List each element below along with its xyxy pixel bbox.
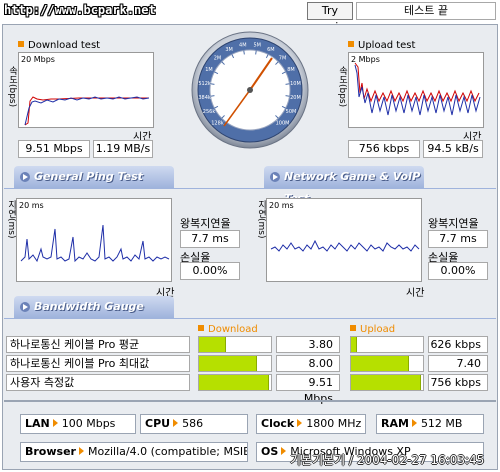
ping-loss-value: 0.00% [180, 262, 240, 280]
bullet-icon [18, 41, 24, 47]
download-bar-fill [199, 356, 257, 371]
lan-info: LAN 100 Mbps [20, 414, 136, 434]
divider [4, 318, 496, 319]
gauge-tick-label: 384k [198, 95, 211, 101]
gauge-tick-label: 7M [279, 55, 287, 61]
ping-rtt-label: 왕복지연율 [180, 217, 231, 230]
clock-info: Clock 1800 MHz [256, 414, 366, 434]
bullet-icon [350, 325, 356, 331]
game-rtt-value: 7.7 ms [428, 230, 488, 248]
gauge-tick-label: 4M [239, 43, 247, 49]
game-line [270, 239, 420, 252]
gauge-tick [285, 83, 290, 85]
bullet-icon [198, 325, 204, 331]
download-bar-fill [199, 337, 227, 352]
arrow-icon [297, 419, 303, 427]
download-bar [198, 336, 272, 353]
download-mbps-value: 9.51 Mbps [18, 140, 90, 158]
download-mbs-value: 1.19 MB/s [93, 140, 153, 158]
arrow-icon [173, 419, 179, 427]
divider [4, 188, 496, 189]
tab-general-ping-test[interactable]: General Ping Test [14, 166, 174, 188]
gauge-tick-label: 50M [286, 109, 297, 115]
gauge-tick-label: 6M [267, 47, 275, 53]
upload-title: Upload test [348, 40, 415, 51]
upload-kbps-value: 756 kbps [348, 140, 420, 158]
upload-graph: 2 Mbps [348, 52, 484, 128]
upload-value: 756 kbps [428, 374, 488, 391]
play-icon [270, 172, 280, 182]
try-again-button[interactable]: Try again [307, 2, 353, 33]
game-graph: 20 ms [266, 198, 422, 282]
gauge-tick-label: 2M [214, 55, 222, 61]
bandwidth-upload-header: Upload [350, 324, 395, 335]
divider [4, 400, 496, 402]
bullet-icon [348, 41, 354, 47]
upload-blue-line [354, 64, 481, 116]
gauge-tick-label: 1M [205, 67, 213, 73]
upload-value: 7.40 Mbps [428, 355, 488, 386]
ping-graph: 20 ms [16, 198, 172, 282]
upload-bar [350, 336, 424, 353]
tab-network-game-voip-test[interactable]: Network Game & VoIP Test [264, 166, 424, 205]
play-icon [20, 302, 30, 312]
gauge-tick [255, 50, 257, 55]
upload-bar-fill [351, 356, 409, 371]
download-value: 8.00 Mbps [276, 355, 340, 386]
arrow-icon [281, 447, 287, 455]
play-icon [20, 172, 30, 182]
arrow-icon [78, 447, 84, 455]
download-value: 9.51 Mbps [276, 374, 340, 405]
upload-bar-fill [351, 375, 421, 390]
speed-gauge: 128k 256k 384k 512k 1M 2M 3M 4M 5M 6M 7M 8M 10M 20M 50… [190, 30, 310, 150]
status-field: 테스트 끝 [356, 2, 496, 20]
game-loss-value: 0.00% [428, 262, 488, 280]
ping-rtt-value: 7.7 ms [180, 230, 240, 248]
gauge-tick-label: 512k [198, 81, 211, 87]
gauge-tick [210, 83, 215, 85]
gauge-tick-label: 5M [253, 43, 261, 49]
upload-value: 626 kbps [428, 336, 488, 353]
gauge-tick-label: 8M [287, 67, 295, 73]
bandwidth-row-label: 하나로통신 케이블 Pro 평균 [6, 336, 190, 353]
gauge-tick [243, 50, 245, 55]
gauge-tick [285, 95, 290, 97]
upload-kbs-value: 94.5 kB/s [423, 140, 483, 158]
gauge-tick-label: 20M [290, 95, 301, 101]
download-graph: 20 Mbps [18, 52, 154, 128]
gauge-tick-label: 100M [276, 121, 290, 127]
arrow-icon [52, 419, 58, 427]
bandwidth-download-header: Download [198, 324, 258, 335]
upload-bar [350, 355, 424, 372]
game-x-axis-label: 시간 [406, 288, 425, 299]
gauge-tick [210, 95, 215, 97]
game-rtt-label: 왕복지연율 [428, 217, 479, 230]
download-blue-line [24, 96, 150, 126]
download-title: Download test [18, 40, 100, 51]
bandwidth-row-label: 사용자 측정값 [6, 374, 190, 391]
ping-line [20, 224, 170, 263]
download-value: 3.80 Mbps [276, 336, 340, 367]
site-url: http://www.bcpark.net [4, 3, 156, 17]
gauge-tick-label: 10M [290, 81, 301, 87]
arrow-icon [411, 419, 417, 427]
bandwidth-row-label: 하나로통신 케이블 Pro 최대값 [6, 355, 190, 372]
ram-info: RAM 512 MB [376, 414, 484, 434]
upload-bar [350, 374, 424, 391]
browser-info: BrowserMozilla/4.0 (compatible; MSIE 6.0 [20, 442, 248, 462]
tab-bandwidth-gauge[interactable]: Bandwidth Gauge [14, 296, 174, 318]
upload-red-line [354, 62, 480, 103]
gauge-tick-label: 128k [211, 121, 224, 127]
download-bar-fill [199, 375, 269, 390]
timestamp: 기본기본기 / 2004-02-27 16:03:45 [290, 453, 485, 467]
gauge-tick-label: 256k [203, 109, 216, 115]
download-bar [198, 355, 272, 372]
upload-bar-fill [351, 337, 357, 352]
download-bar [198, 374, 272, 391]
cpu-info: CPU 586 [140, 414, 248, 434]
gauge-tick-label: 3M [225, 47, 233, 53]
